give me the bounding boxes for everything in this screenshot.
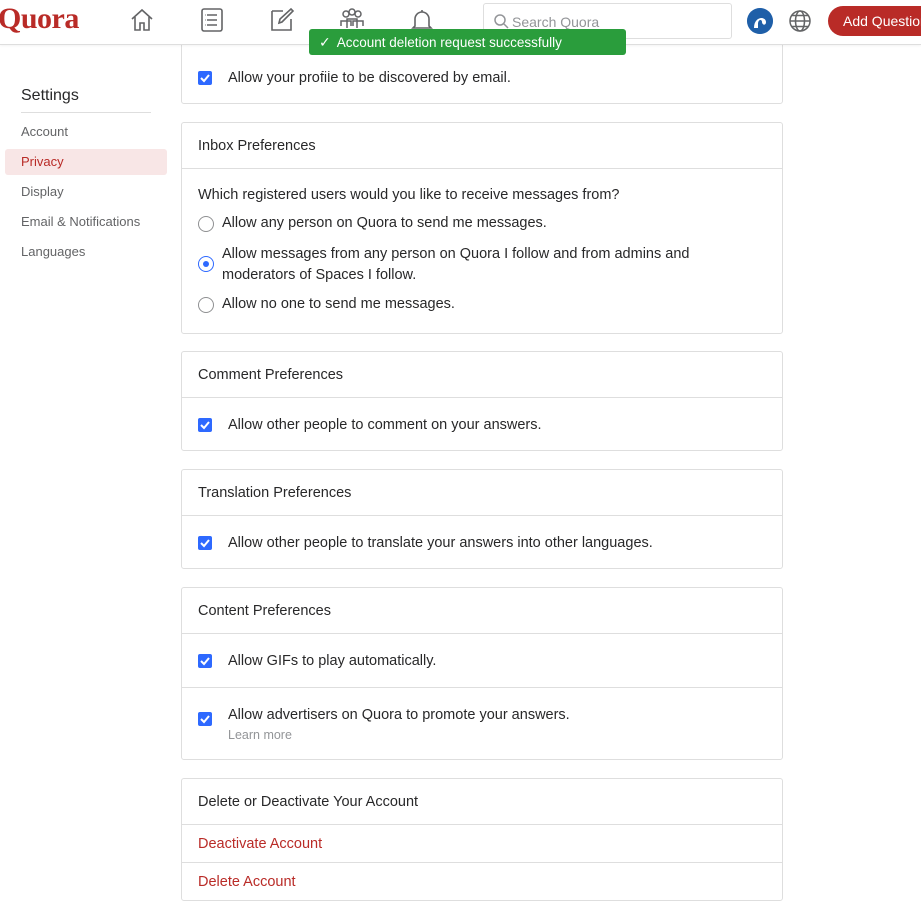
sidebar-title: Settings xyxy=(21,87,79,104)
inbox-option-anyone: Allow any person on Quora to send me mes… xyxy=(222,215,547,231)
gif-autoplay-checkbox[interactable] xyxy=(198,654,212,668)
translation-checkbox[interactable] xyxy=(198,536,212,550)
sidebar-item-account[interactable]: Account xyxy=(5,119,167,145)
sidebar-divider xyxy=(21,112,151,113)
advertisers-checkbox[interactable] xyxy=(198,712,212,726)
translation-preferences-title: Translation Preferences xyxy=(182,470,782,516)
search-icon xyxy=(493,13,509,29)
inbox-preferences-title: Inbox Preferences xyxy=(182,123,782,169)
comment-checkbox[interactable] xyxy=(198,418,212,432)
globe-language-icon[interactable] xyxy=(788,9,812,33)
sidebar-item-email-notifications[interactable]: Email & Notifications xyxy=(5,209,167,235)
translation-preferences-card: Translation Preferences Allow other peop… xyxy=(181,469,783,569)
sidebar-item-privacy[interactable]: Privacy xyxy=(5,149,167,175)
content-preferences-card: Content Preferences Allow GIFs to play a… xyxy=(181,587,783,760)
comment-preferences-title: Comment Preferences xyxy=(182,352,782,398)
checkmark-icon: ✓ xyxy=(319,34,331,50)
delete-deactivate-card: Delete or Deactivate Your Account Deacti… xyxy=(181,778,783,901)
sidebar-item-languages[interactable]: Languages xyxy=(5,239,167,265)
content-divider xyxy=(182,687,782,688)
discover-email-checkbox[interactable] xyxy=(198,71,212,85)
inbox-preferences-card: Inbox Preferences Which registered users… xyxy=(181,122,783,334)
quora-logo[interactable]: Quora xyxy=(0,2,79,36)
delete-account-link[interactable]: Delete Account xyxy=(198,874,296,890)
inbox-option-no-one: Allow no one to send me messages. xyxy=(222,296,455,312)
success-toast: ✓ Account deletion request successfully s… xyxy=(309,29,626,76)
delete-deactivate-title: Delete or Deactivate Your Account xyxy=(182,779,782,825)
content-preferences-title: Content Preferences xyxy=(182,588,782,634)
advertisers-label: Allow advertisers on Quora to promote yo… xyxy=(228,707,570,723)
inbox-question: Which registered users would you like to… xyxy=(198,187,620,203)
deactivate-account-link[interactable]: Deactivate Account xyxy=(198,836,322,852)
inbox-radio-followed[interactable] xyxy=(198,256,214,272)
learn-more-link[interactable]: Learn more xyxy=(228,728,292,742)
inbox-option-followed: Allow messages from any person on Quora … xyxy=(222,246,690,283)
home-icon[interactable] xyxy=(128,6,156,34)
inbox-radio-anyone[interactable] xyxy=(198,216,214,232)
account-actions-divider xyxy=(182,862,782,863)
gif-autoplay-label: Allow GIFs to play automatically. xyxy=(228,653,437,669)
answer-pencil-icon[interactable] xyxy=(268,6,296,34)
add-question-button[interactable]: Add Question xyxy=(828,6,921,36)
translation-label: Allow other people to translate your ans… xyxy=(228,535,653,551)
sidebar-item-display[interactable]: Display xyxy=(5,179,167,205)
comment-label: Allow other people to comment on your an… xyxy=(228,417,542,433)
inbox-radio-no-one[interactable] xyxy=(198,297,214,313)
following-list-icon[interactable] xyxy=(198,6,226,34)
avatar[interactable] xyxy=(747,8,773,34)
comment-preferences-card: Comment Preferences Allow other people t… xyxy=(181,351,783,451)
